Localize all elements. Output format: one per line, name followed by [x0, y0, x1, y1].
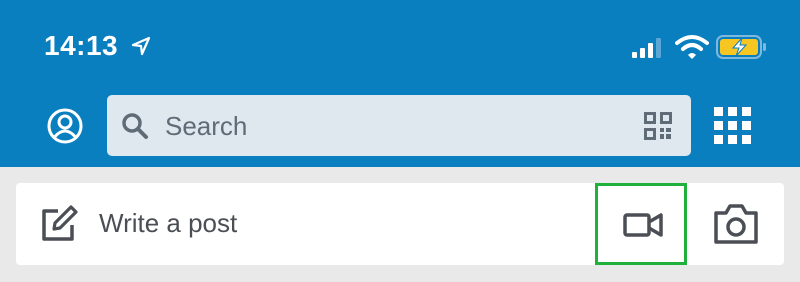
user-circle-icon[interactable]: [46, 107, 84, 145]
edit-icon[interactable]: [40, 205, 78, 243]
video-icon: [623, 213, 663, 237]
battery-charging-icon: [716, 35, 766, 59]
status-time: 14:13: [44, 30, 119, 61]
location-arrow-icon: [131, 36, 151, 56]
signal-icon: [632, 38, 661, 58]
search-bar[interactable]: Search: [107, 95, 691, 156]
search-icon: [122, 113, 148, 139]
wifi-icon: [675, 35, 709, 59]
search-input[interactable]: Search: [165, 110, 247, 142]
camera-icon[interactable]: [712, 201, 760, 247]
qr-code-icon[interactable]: [644, 112, 672, 140]
write-post-bar[interactable]: Write a post: [16, 183, 784, 265]
write-post-input[interactable]: Write a post: [99, 207, 237, 239]
top-header: 14:13 Search: [0, 0, 800, 167]
video-button[interactable]: [595, 183, 687, 265]
grid-icon[interactable]: [714, 107, 752, 145]
